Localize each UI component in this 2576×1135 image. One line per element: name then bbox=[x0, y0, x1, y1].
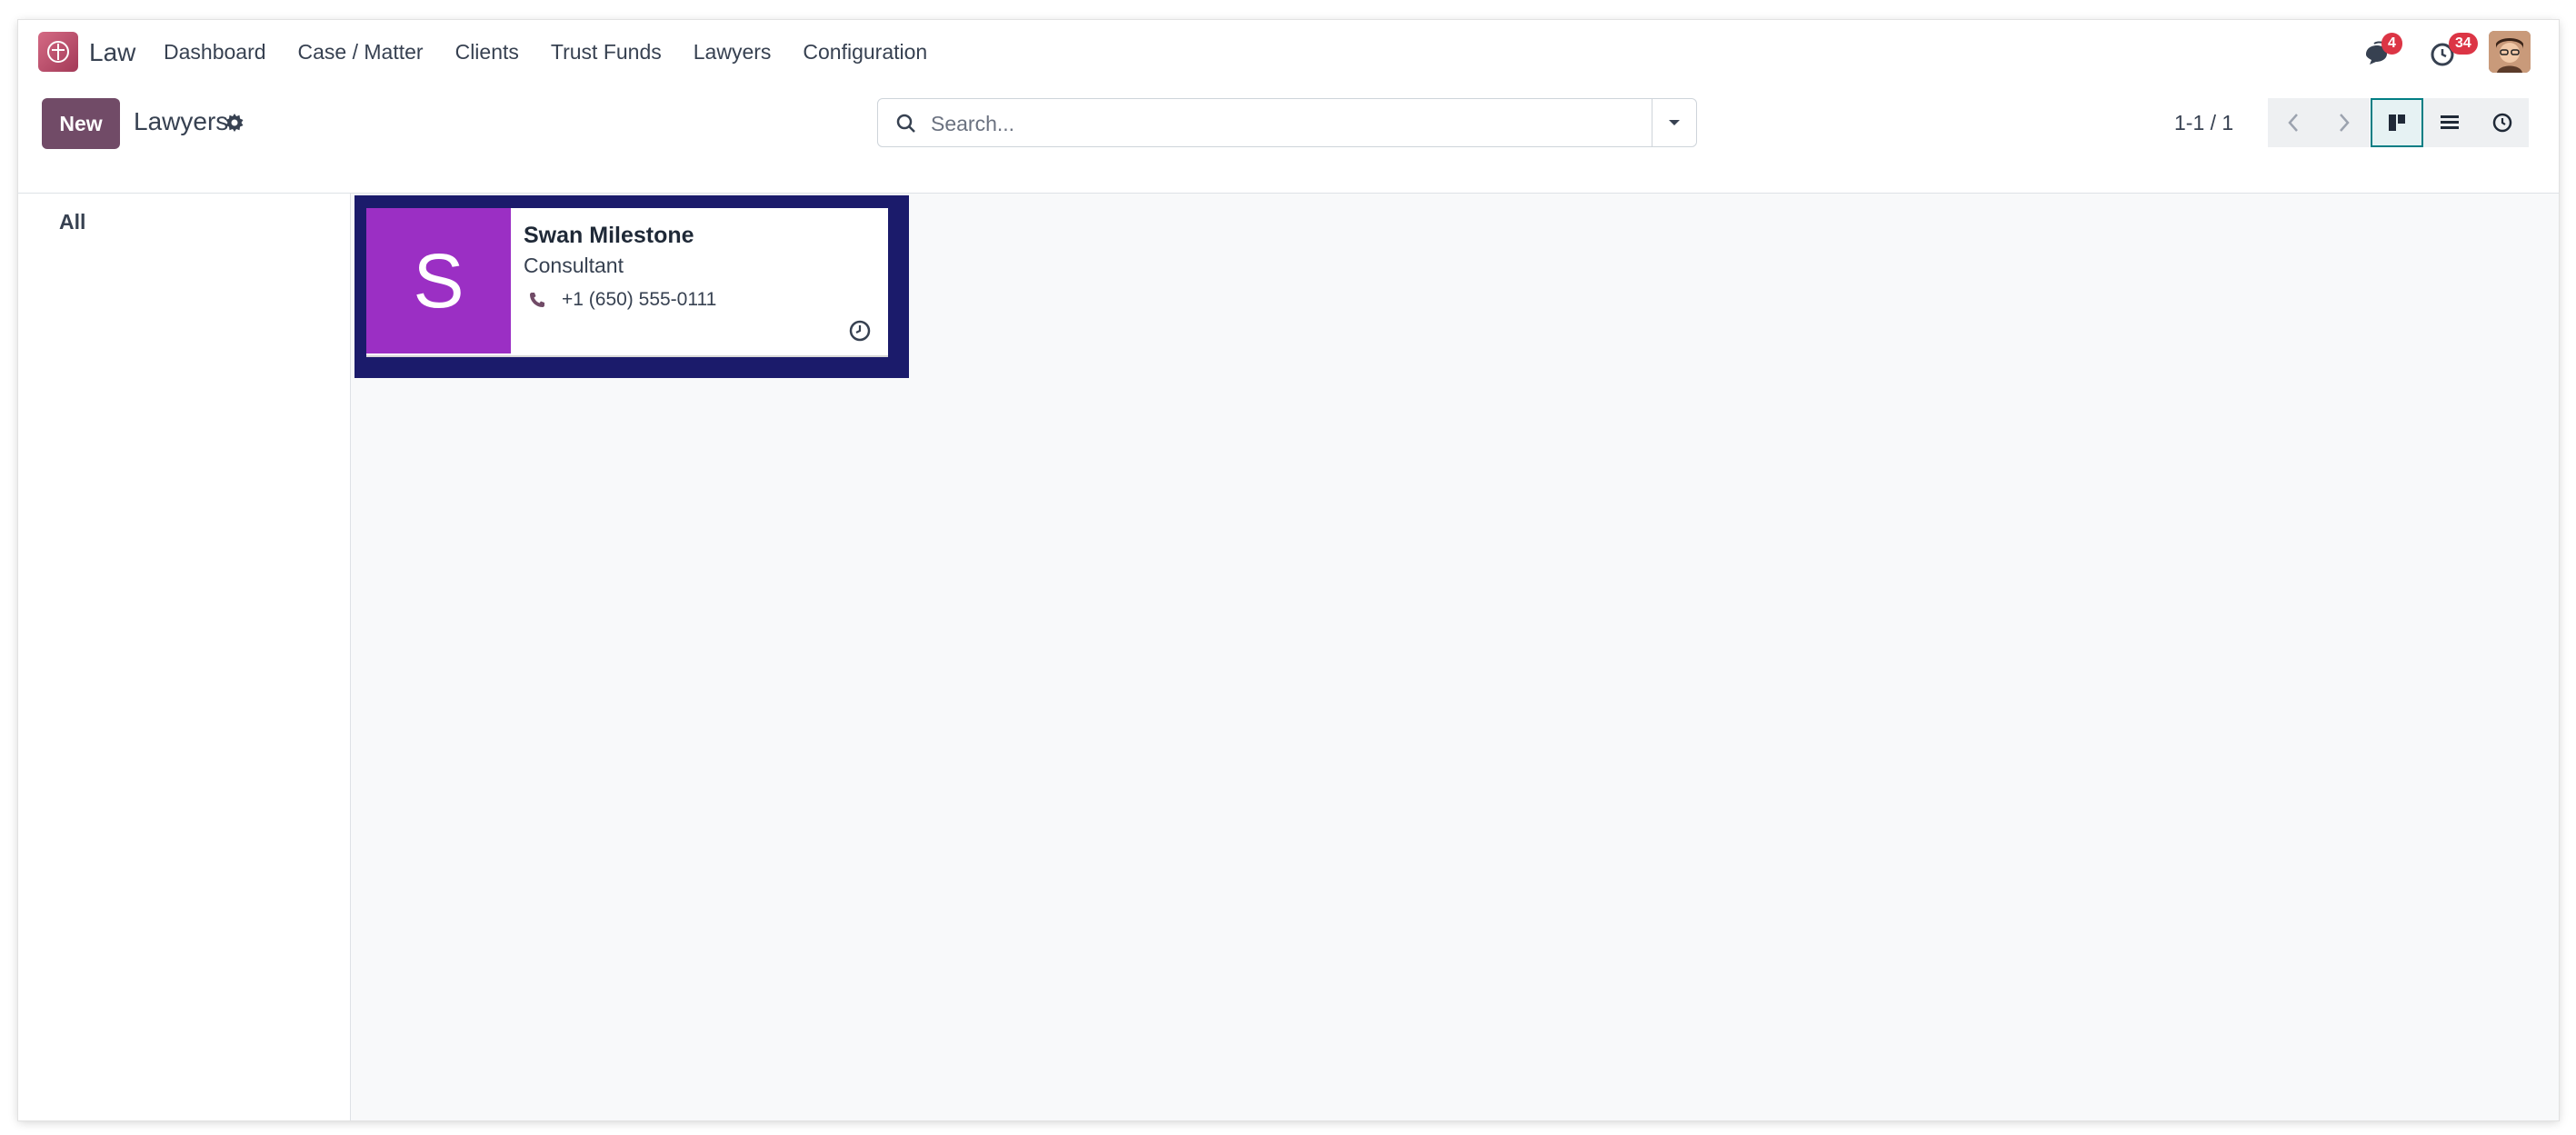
clock-icon bbox=[2492, 113, 2512, 133]
kanban-card[interactable]: S Swan Milestone Consultant +1 (650) 555… bbox=[366, 208, 888, 357]
search-options-toggle[interactable] bbox=[1652, 99, 1696, 146]
record-job-title: Consultant bbox=[524, 254, 624, 277]
user-avatar[interactable] bbox=[2489, 31, 2531, 73]
page-title[interactable]: Lawyers bbox=[134, 107, 228, 136]
record-avatar: S bbox=[366, 208, 511, 353]
search-bar bbox=[877, 98, 1697, 147]
app-name[interactable]: Law bbox=[89, 38, 135, 67]
record-phone: +1 (650) 555-0111 bbox=[562, 289, 717, 310]
record-name: Swan Milestone bbox=[524, 223, 694, 248]
search-icon bbox=[896, 114, 915, 133]
pager-previous-button[interactable] bbox=[2268, 98, 2319, 147]
search-input[interactable] bbox=[929, 105, 1623, 143]
menu-item-lawyers[interactable]: Lawyers bbox=[694, 40, 772, 65]
messages-badge: 4 bbox=[2381, 33, 2402, 55]
gear-icon[interactable] bbox=[224, 112, 245, 134]
phone-icon bbox=[530, 293, 544, 307]
top-navbar: Law Dashboard Case / Matter Clients Trus… bbox=[18, 20, 2559, 85]
pager-value[interactable]: 1-1 / 1 bbox=[2174, 111, 2233, 135]
list-icon bbox=[2441, 115, 2459, 129]
menu-item-configuration[interactable]: Configuration bbox=[803, 40, 927, 65]
chevron-right-icon bbox=[2340, 114, 2350, 132]
menu-item-clients[interactable]: Clients bbox=[455, 40, 519, 65]
search-panel-sidebar: All bbox=[18, 194, 351, 1120]
activities-button[interactable]: 34 bbox=[2429, 33, 2478, 69]
menu-item-case-matter[interactable]: Case / Matter bbox=[298, 40, 424, 65]
chevron-left-icon bbox=[2288, 114, 2298, 132]
kanban-card-focus-outline: S Swan Milestone Consultant +1 (650) 555… bbox=[354, 195, 909, 378]
list-view-button[interactable] bbox=[2423, 98, 2476, 147]
messages-button[interactable]: 4 bbox=[2361, 33, 2402, 69]
pager-next-button[interactable] bbox=[2319, 98, 2370, 147]
activities-badge: 34 bbox=[2449, 33, 2478, 55]
caret-down-icon bbox=[1669, 120, 1680, 125]
kanban-icon bbox=[2389, 114, 2405, 131]
main-menu: Dashboard Case / Matter Clients Trust Fu… bbox=[164, 40, 959, 65]
kanban-view-button[interactable] bbox=[2371, 98, 2423, 147]
new-button[interactable]: New bbox=[42, 98, 120, 149]
law-app-icon[interactable] bbox=[38, 32, 78, 72]
menu-item-dashboard[interactable]: Dashboard bbox=[164, 40, 266, 65]
menu-item-trust-funds[interactable]: Trust Funds bbox=[551, 40, 662, 65]
activity-view-button[interactable] bbox=[2476, 98, 2529, 147]
sidebar-item-all[interactable]: All bbox=[59, 210, 85, 234]
activity-clock-icon[interactable] bbox=[848, 319, 872, 343]
app-window: Law Dashboard Case / Matter Clients Trus… bbox=[18, 20, 2559, 1120]
